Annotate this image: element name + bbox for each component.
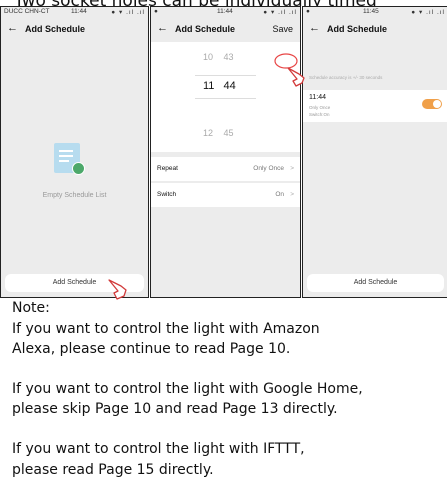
switch-row[interactable]: Switch On >	[151, 183, 300, 207]
back-arrow-icon[interactable]: ←	[7, 22, 18, 34]
phone-screen-schedule-list: ● 11:45 ● ▾ .ıl .ıl ← Add Schedule Sched…	[302, 6, 447, 298]
schedule-time: 11:44	[309, 94, 326, 101]
hour: 12	[203, 128, 214, 138]
note-line: If you want to control the light with Go…	[12, 380, 363, 397]
status-time: 11:45	[363, 8, 379, 15]
save-button[interactable]: Save	[272, 24, 293, 34]
back-arrow-icon[interactable]: ←	[309, 22, 320, 34]
phone-screen-empty-list: DUCC CHN-CT 11:44 ● ▾ .ıl .ıl ← Add Sche…	[0, 6, 149, 298]
switch-label: Switch	[157, 191, 177, 198]
pointing-hand-icon	[287, 67, 305, 87]
time-row: 12 45	[203, 128, 234, 138]
picker-divider	[195, 98, 256, 99]
accuracy-hint: Schedule accuracy is +/- 30 seconds	[309, 75, 383, 80]
minute: 45	[223, 128, 234, 138]
repeat-value: Only Once	[253, 165, 284, 172]
picker-divider	[195, 75, 256, 76]
screen-title: Add Schedule	[175, 24, 236, 34]
title-bar: ← Add Schedule	[303, 18, 447, 42]
screen-title: Add Schedule	[25, 24, 86, 34]
title-bar: ← Add Schedule Save	[151, 18, 300, 42]
repeat-label: Repeat	[157, 165, 178, 172]
note-section: Note: If you want to control the light w…	[12, 298, 363, 480]
hour: 10	[203, 52, 214, 62]
carrier-text: ●	[306, 8, 310, 15]
status-time: 11:44	[217, 8, 233, 15]
back-arrow-icon[interactable]: ←	[157, 22, 168, 34]
switch-value: On	[275, 191, 284, 198]
title-bar: ← Add Schedule	[1, 18, 148, 42]
add-schedule-button[interactable]: Add Schedule	[307, 274, 444, 292]
status-bar: ● 11:44 ● ▾ .ıl .ıl	[151, 7, 300, 18]
schedule-item[interactable]: 11:44 Only Once Switch:On	[303, 90, 447, 122]
screen-title: Add Schedule	[327, 24, 388, 34]
hour: 11	[203, 80, 215, 92]
repeat-row[interactable]: Repeat Only Once >	[151, 157, 300, 181]
note-line: If you want to control the light with Am…	[12, 320, 320, 337]
toggle-switch[interactable]	[422, 99, 442, 109]
note-title: Note:	[12, 300, 50, 316]
schedule-repeat: Only Once	[309, 105, 331, 110]
carrier-text: ●	[154, 8, 158, 15]
note-line: please read Page 15 directly.	[12, 461, 214, 478]
carrier-text: DUCC CHN-CT	[4, 8, 50, 15]
phone-screen-time-picker: ● 11:44 ● ▾ .ıl .ıl ← Add Schedule Save …	[150, 6, 301, 298]
status-bar: ● 11:45 ● ▾ .ıl .ıl	[303, 7, 447, 18]
status-bar: DUCC CHN-CT 11:44 ● ▾ .ıl .ıl	[1, 7, 148, 18]
note-line: please skip Page 10 and read Page 13 dir…	[12, 401, 338, 418]
minute: 43	[223, 52, 234, 62]
note-line: Alexa, please continue to read Page 10.	[12, 341, 291, 358]
empty-schedule-illustration	[43, 140, 93, 180]
time-row-selected: 11 44	[203, 80, 236, 92]
note-line: If you want to control the light with IF…	[12, 440, 305, 457]
status-icons: ● ▾ .ıl .ıl	[411, 9, 445, 16]
chevron-right-icon: >	[290, 191, 294, 198]
status-icons: ● ▾ .ıl .ıl	[111, 9, 145, 16]
chevron-right-icon: >	[290, 165, 294, 172]
minute: 44	[223, 80, 236, 92]
document-icon	[54, 143, 85, 175]
schedule-switch: Switch:On	[309, 112, 330, 117]
empty-schedule-label: Empty Schedule List	[42, 192, 107, 199]
status-icons: ● ▾ .ıl .ıl	[263, 9, 297, 16]
status-time: 11:44	[71, 8, 87, 15]
time-row: 10 43	[203, 52, 234, 62]
